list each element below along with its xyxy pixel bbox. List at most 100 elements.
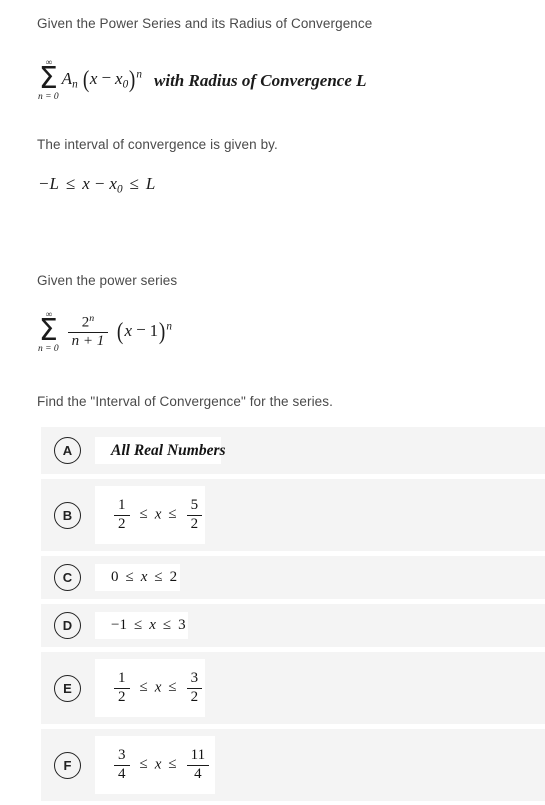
numerator-exponent: n: [89, 313, 95, 325]
center-index: 0: [122, 78, 129, 91]
option-f-right-fraction: 11 4: [186, 747, 210, 783]
option-d-variable: x: [149, 617, 156, 633]
option-body-c: 0 ≤ x ≤2: [95, 564, 180, 591]
option-e-left-denominator: 2: [118, 688, 126, 705]
intro-line-3: Given the power series: [37, 273, 178, 288]
option-d-rel-2: ≤: [162, 617, 172, 633]
option-b-rel-2: ≤: [168, 506, 177, 523]
binomial-term: (x − x0)n: [82, 65, 143, 93]
option-e-left-fraction: 1 2: [114, 670, 130, 706]
option-e-right-fraction: 3 2: [186, 670, 203, 706]
interval-right-bound: L: [145, 174, 156, 193]
option-b-right-denominator: 2: [190, 515, 199, 532]
radius-of-convergence-text: with Radius of Convergence L: [154, 70, 367, 90]
option-c-right-bound: 2: [169, 569, 178, 585]
option-b-right-numerator: 5: [186, 497, 203, 516]
sigma-glyph: Σ: [38, 61, 58, 96]
interval-minus: −: [94, 174, 105, 193]
open-paren: (: [82, 65, 89, 93]
option-b-variable: x: [154, 506, 162, 523]
intro-line-1: Given the Power Series and its Radius of…: [37, 16, 373, 31]
minus-sign-2: −: [136, 320, 146, 340]
series-binomial: (x −1)n: [116, 317, 172, 345]
option-row-e[interactable]: E 1 2 ≤ x ≤ 3 2: [41, 652, 545, 724]
option-letter-e: E: [54, 674, 81, 702]
close-paren: ): [129, 65, 136, 93]
option-d-rel-1: ≤: [133, 617, 143, 633]
option-c-variable: x: [140, 569, 148, 585]
interval-center: x: [109, 174, 117, 193]
general-power-series-formula: ∞ Σ n = 0 An (x − x0)n with Radius of Conver…: [38, 58, 367, 103]
fraction-denominator: n + 1: [71, 333, 105, 350]
option-body-e: 1 2 ≤ x ≤ 3 2: [95, 659, 205, 717]
question-prompt: Find the "Interval of Convergence" for t…: [37, 394, 333, 409]
option-e-rel-1: ≤: [139, 679, 148, 696]
option-f-rel-2: ≤: [168, 756, 177, 773]
relation-1: ≤: [65, 174, 76, 193]
option-letter-b: B: [54, 501, 81, 529]
question-page: Given the Power Series and its Radius of…: [0, 0, 545, 805]
option-body-d: −1 ≤ x ≤3: [95, 612, 188, 639]
exponent-n: n: [136, 68, 143, 81]
option-letter-a: A: [54, 437, 81, 464]
option-f-left-denominator: 4: [118, 765, 126, 782]
option-row-b[interactable]: B 1 2 ≤ x ≤ 5 2: [41, 479, 545, 551]
option-body-b: 1 2 ≤ x ≤ 5 2: [95, 486, 205, 544]
series-fraction: 2n n + 1: [67, 313, 109, 350]
open-paren-2: (: [117, 317, 124, 345]
option-a-text: All Real Numbers: [111, 441, 226, 459]
summation-symbol-2: ∞ Σ n = 0: [38, 310, 59, 355]
center-value: 1: [149, 320, 159, 340]
option-body-a: All Real Numbers: [95, 436, 226, 465]
minus-sign: −: [101, 68, 112, 88]
option-letter-f: F: [54, 751, 81, 779]
option-letter-d: D: [54, 612, 81, 639]
coefficient-index: n: [72, 78, 78, 91]
coefficient-term: An: [62, 70, 78, 91]
sigma-lower-limit: n = 0: [38, 92, 59, 102]
option-b-left-denominator: 2: [118, 515, 126, 532]
option-f-right-denominator: 4: [194, 765, 202, 782]
interval-variable: x: [82, 174, 90, 193]
option-c-inequality: 0 ≤ x ≤2: [111, 570, 177, 585]
option-d-inequality: −1 ≤ x ≤3: [111, 618, 186, 633]
option-b-rel-1: ≤: [139, 506, 148, 523]
option-c-rel-2: ≤: [154, 569, 163, 585]
option-row-f[interactable]: F 3 4 ≤ x ≤ 11 4: [41, 729, 545, 801]
option-c-left-bound: 0: [111, 569, 119, 585]
variable-x: x: [89, 68, 98, 88]
option-row-c[interactable]: C 0 ≤ x ≤2: [41, 556, 545, 599]
option-f-variable: x: [154, 756, 162, 773]
summation-symbol: ∞ Σ n = 0: [38, 58, 59, 103]
option-e-left-numerator: 1: [114, 670, 130, 689]
fraction-numerator: 2n: [67, 313, 109, 334]
option-body-f: 3 4 ≤ x ≤ 11 4: [95, 736, 215, 794]
close-paren-2: ): [159, 317, 166, 345]
answer-options-list: A All Real Numbers B 1 2 ≤ x ≤ 5 2 C 0 ≤…: [41, 427, 545, 805]
option-b-left-numerator: 1: [114, 497, 130, 516]
option-f-left-fraction: 3 4: [114, 747, 130, 783]
option-row-d[interactable]: D −1 ≤ x ≤3: [41, 604, 545, 647]
interval-left-bound: −L: [38, 174, 59, 193]
option-e-variable: x: [154, 679, 162, 696]
center-letter: x: [115, 68, 123, 88]
option-e-right-numerator: 3: [186, 670, 203, 689]
option-letter-c: C: [54, 564, 81, 591]
option-f-right-numerator: 11: [186, 747, 210, 766]
sigma-lower-limit-2: n = 0: [38, 344, 59, 354]
interval-center-index: 0: [116, 183, 123, 196]
option-row-a[interactable]: A All Real Numbers: [41, 427, 545, 474]
general-interval-formula: −L ≤ x − x0 ≤ L: [38, 175, 155, 196]
coefficient-letter: A: [61, 68, 73, 88]
sigma-glyph-2: Σ: [38, 313, 58, 348]
exponent-n-2: n: [166, 320, 172, 333]
option-b-left-fraction: 1 2: [114, 497, 130, 533]
option-f-left-numerator: 3: [114, 747, 130, 766]
option-f-rel-1: ≤: [139, 756, 148, 773]
option-d-right-bound: 3: [178, 617, 186, 633]
option-f-inequality: 3 4 ≤ x ≤ 11 4: [111, 747, 212, 783]
specific-power-series-formula: ∞ Σ n = 0 2n n + 1 (x −1)n: [38, 310, 172, 355]
option-e-inequality: 1 2 ≤ x ≤ 3 2: [111, 670, 205, 706]
variable-x-2: x: [124, 320, 133, 340]
option-d-left-bound: −1: [111, 617, 127, 633]
